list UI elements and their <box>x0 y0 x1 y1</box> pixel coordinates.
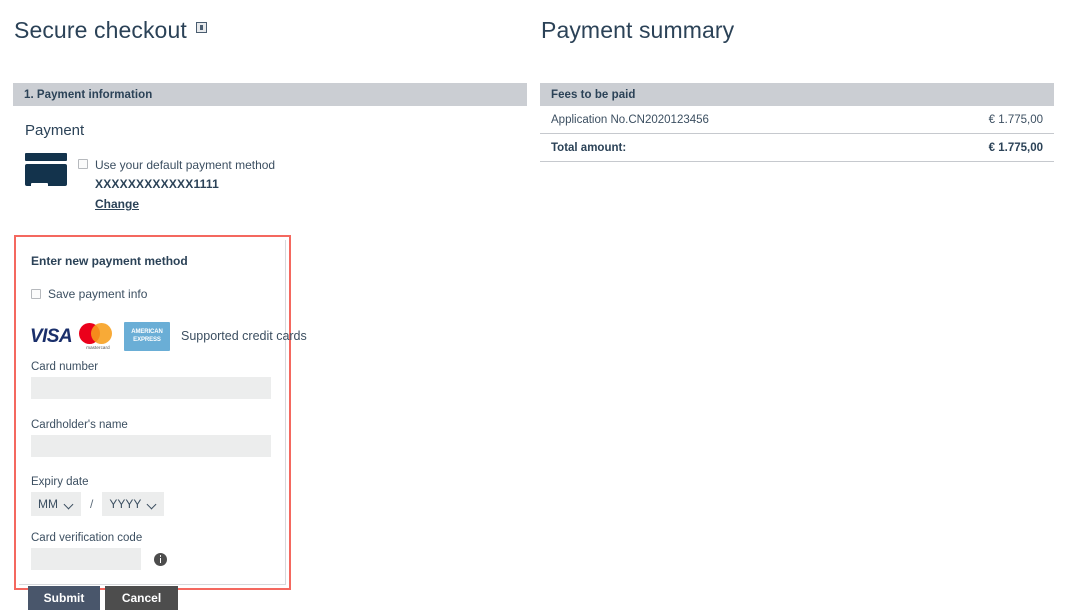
cardholder-name-label: Cardholder's name <box>31 419 128 431</box>
save-payment-info-checkbox[interactable] <box>31 289 41 299</box>
credit-card-icon-chip <box>31 183 48 192</box>
new-payment-method-panel: Enter new payment method Save payment in… <box>14 235 307 590</box>
credit-card-icon-body <box>25 164 67 192</box>
amex-logo-line2: EXPRESS <box>133 337 161 343</box>
expiry-year-value: YYYY <box>109 497 142 511</box>
card-verification-code-input[interactable] <box>31 548 141 570</box>
supported-card-brands-caption: Supported credit cards <box>181 329 307 343</box>
mastercard-logo-wordmark: mastercard <box>86 345 110 350</box>
fee-description: Application No.CN2020123456 <box>551 113 709 126</box>
table-row: Application No.CN2020123456 € 1.775,00 <box>540 106 1054 134</box>
masked-card-number: XXXXXXXXXXXX1111 <box>95 177 219 191</box>
mastercard-logo-circle-orange <box>91 323 112 344</box>
cardholder-name-input[interactable] <box>31 435 271 457</box>
expiry-year-select[interactable]: YYYY <box>102 492 165 516</box>
visa-logo-icon: VISA <box>30 325 73 347</box>
page-title-payment-summary: Payment summary <box>541 17 735 43</box>
info-square-icon[interactable] <box>195 22 207 33</box>
supported-card-brands-row: VISA mastercard AMERICAN EXPRESS Support… <box>30 321 307 351</box>
amex-logo-icon: AMERICAN EXPRESS <box>124 321 170 351</box>
payment-label: Payment <box>25 122 85 139</box>
card-verification-code-row <box>31 548 167 570</box>
default-payment-method-row[interactable]: Use your default payment method <box>78 159 275 171</box>
table-row-total: Total amount: € 1.775,00 <box>540 134 1054 162</box>
save-payment-info-row[interactable]: Save payment info <box>31 287 147 301</box>
submit-button[interactable]: Submit <box>28 586 100 610</box>
change-payment-method-link[interactable]: Change <box>95 197 139 211</box>
card-number-input[interactable] <box>31 377 271 399</box>
expiry-month-select[interactable]: MM <box>31 492 81 516</box>
expiry-separator: / <box>90 497 94 511</box>
cancel-button[interactable]: Cancel <box>105 586 178 610</box>
mastercard-logo-icon: mastercard <box>78 321 118 351</box>
credit-card-icon-stripe <box>25 153 67 161</box>
info-circle-icon[interactable] <box>154 552 167 566</box>
section-header-label: Fees to be paid <box>551 88 636 101</box>
card-number-label: Card number <box>31 361 99 373</box>
section-header-payment-information: 1. Payment information <box>13 83 527 106</box>
total-amount-value: € 1.775,00 <box>988 141 1043 154</box>
expiry-month-value: MM <box>38 497 58 511</box>
credit-card-icon <box>25 153 67 192</box>
card-verification-code-label: Card verification code <box>31 532 143 544</box>
section-header-fees-to-be-paid: Fees to be paid <box>540 83 1054 106</box>
use-default-payment-method-label: Use your default payment method <box>95 158 276 172</box>
chevron-down-icon <box>65 500 74 509</box>
total-amount-label: Total amount: <box>551 141 627 154</box>
expiry-date-label: Expiry date <box>31 476 89 488</box>
page-title-secure-checkout: Secure checkout <box>14 17 207 44</box>
expiry-date-row: MM / YYYY <box>31 492 165 516</box>
use-default-payment-method-checkbox[interactable] <box>78 159 88 169</box>
section-header-label: 1. Payment information <box>24 88 153 101</box>
new-payment-method-heading: Enter new payment method <box>31 254 188 268</box>
fee-amount: € 1.775,00 <box>988 113 1043 126</box>
default-payment-method-block: Use your default payment method XXXXXXXX… <box>78 159 275 213</box>
page-title-text: Secure checkout <box>14 17 187 43</box>
amex-logo-line1: AMERICAN <box>131 329 163 335</box>
chevron-down-icon <box>148 500 157 509</box>
save-payment-info-label: Save payment info <box>48 287 148 301</box>
